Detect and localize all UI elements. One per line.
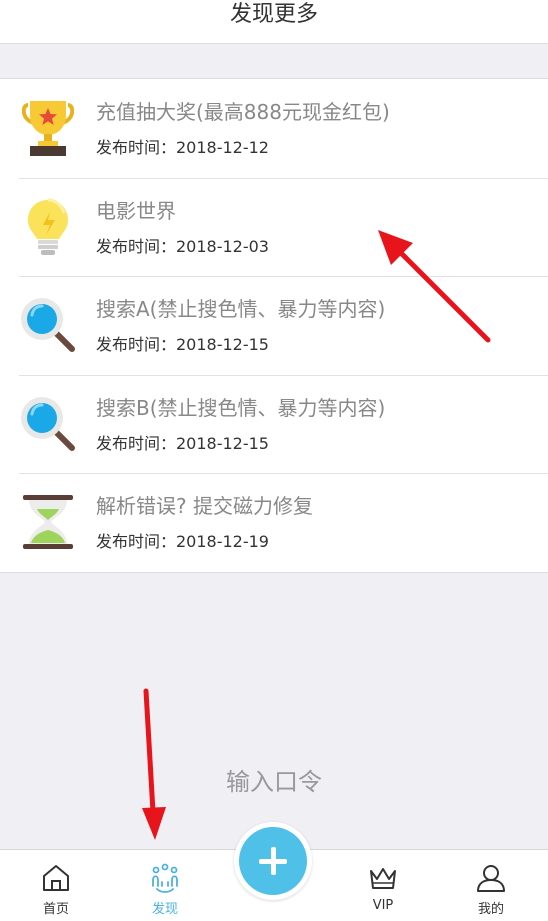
list-item[interactable]: 搜索A(禁止搜色情、暴力等内容) 发布时间：2018-12-15 [0,276,548,375]
tab-vip-label: VIP [372,898,394,913]
list-item[interactable]: 充值抽大奖(最高888元现金红包) 发布时间：2018-12-12 [0,79,548,178]
hourglass-icon [19,493,77,551]
tab-vip[interactable]: VIP [343,850,423,921]
annotation-arrow-head [142,807,166,840]
top-bar: 发现更多 [0,0,548,44]
passcode-input-button[interactable]: 输入口令 [0,762,548,797]
list-item[interactable]: 搜索B(禁止搜色情、暴力等内容) 发布时间：2018-12-15 [0,374,548,474]
lightbulb-icon [19,198,77,256]
item-title: 充值抽大奖(最高888元现金红包) [96,100,390,125]
tab-home-label: 首页 [42,902,69,917]
plus-icon [239,827,307,895]
discover-icon [152,863,178,893]
item-date: 发布时间：2018-12-12 [96,138,269,158]
page-title: 发现更多 [229,2,318,27]
tab-mine-label: 我的 [477,902,504,917]
item-title: 解析错误? 提交磁力修复 [96,494,313,519]
item-title: 电影世界 [96,198,176,223]
add-button[interactable] [234,822,312,900]
item-date: 发布时间：2018-12-19 [96,532,269,552]
search-icon [19,296,77,354]
item-date: 发布时间：2018-12-15 [96,433,269,453]
list-item[interactable]: 解析错误? 提交磁力修复 发布时间：2018-12-19 [0,473,548,572]
user-icon [477,865,505,892]
item-title: 搜索B(禁止搜色情、暴力等内容) [96,395,386,420]
discover-list: 充值抽大奖(最高888元现金红包) 发布时间：2018-12-12 电影世界 发… [0,78,548,573]
item-date: 发布时间：2018-12-15 [96,335,269,355]
item-title: 搜索A(禁止搜色情、暴力等内容) [96,297,386,322]
tab-home[interactable]: 首页 [16,850,96,921]
search-icon [19,395,77,453]
item-date: 发布时间：2018-12-03 [96,236,269,256]
crown-icon [370,868,396,889]
trophy-icon [19,99,77,157]
list-item[interactable]: 电影世界 发布时间：2018-12-03 [0,177,548,277]
tab-discover-label: 发现 [151,902,178,917]
tab-mine[interactable]: 我的 [451,850,531,921]
home-icon [43,865,69,891]
tab-discover[interactable]: 发现 [125,850,205,921]
